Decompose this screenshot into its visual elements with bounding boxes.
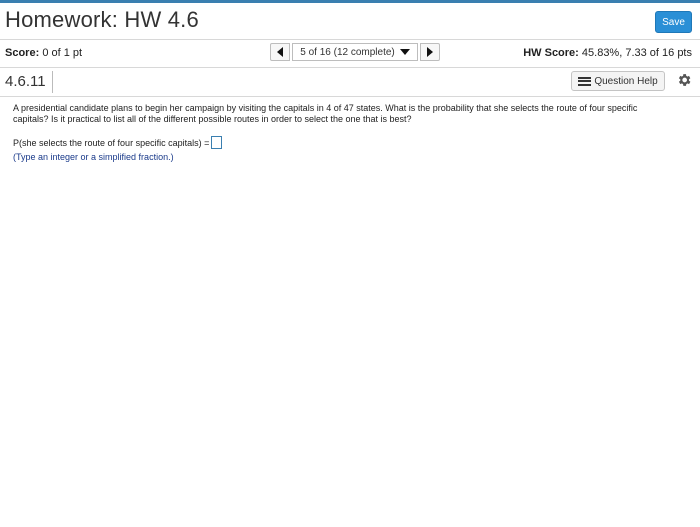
question-help-button[interactable]: Question Help bbox=[571, 71, 665, 91]
answer-line: P(she selects the route of four specific… bbox=[13, 136, 223, 149]
score-bar: Score: 0 of 1 pt 5 of 16 (12 complete) H… bbox=[0, 40, 700, 68]
list-icon bbox=[578, 76, 592, 86]
question-help-label: Question Help bbox=[594, 75, 658, 87]
triangle-right-icon bbox=[427, 47, 433, 57]
answer-input[interactable] bbox=[211, 136, 223, 149]
question-bar: 4.6.11 Question Help bbox=[0, 68, 700, 97]
question-text: A presidential candidate plans to begin … bbox=[13, 103, 638, 124]
question-number-divider bbox=[52, 71, 53, 93]
next-question-button[interactable] bbox=[420, 43, 440, 61]
header: Homework: HW 4.6 Save bbox=[0, 3, 700, 40]
page-title: Homework: HW 4.6 bbox=[5, 7, 199, 32]
save-button[interactable]: Save bbox=[655, 11, 692, 33]
score: Score: 0 of 1 pt bbox=[5, 47, 82, 59]
question-selector-label: 5 of 16 (12 complete) bbox=[300, 46, 395, 58]
score-value: 0 of 1 pt bbox=[42, 47, 83, 59]
triangle-down-icon bbox=[399, 49, 410, 55]
hw-score: HW Score: 45.83%, 7.33 of 16 pts bbox=[523, 47, 692, 59]
gear-icon[interactable] bbox=[676, 72, 692, 88]
score-label: Score: bbox=[5, 47, 40, 59]
answer-prompt: P(she selects the route of four specific… bbox=[13, 137, 210, 148]
answer-hint: (Type an integer or a simplified fractio… bbox=[13, 152, 174, 162]
hw-score-label: HW Score: bbox=[523, 47, 579, 59]
question-selector[interactable]: 5 of 16 (12 complete) bbox=[292, 43, 418, 61]
question-number: 4.6.11 bbox=[5, 73, 46, 90]
hw-score-value: 45.83%, 7.33 of 16 pts bbox=[581, 47, 692, 59]
question-content: A presidential candidate plans to begin … bbox=[13, 103, 673, 125]
triangle-left-icon bbox=[277, 47, 283, 57]
previous-question-button[interactable] bbox=[270, 43, 290, 61]
